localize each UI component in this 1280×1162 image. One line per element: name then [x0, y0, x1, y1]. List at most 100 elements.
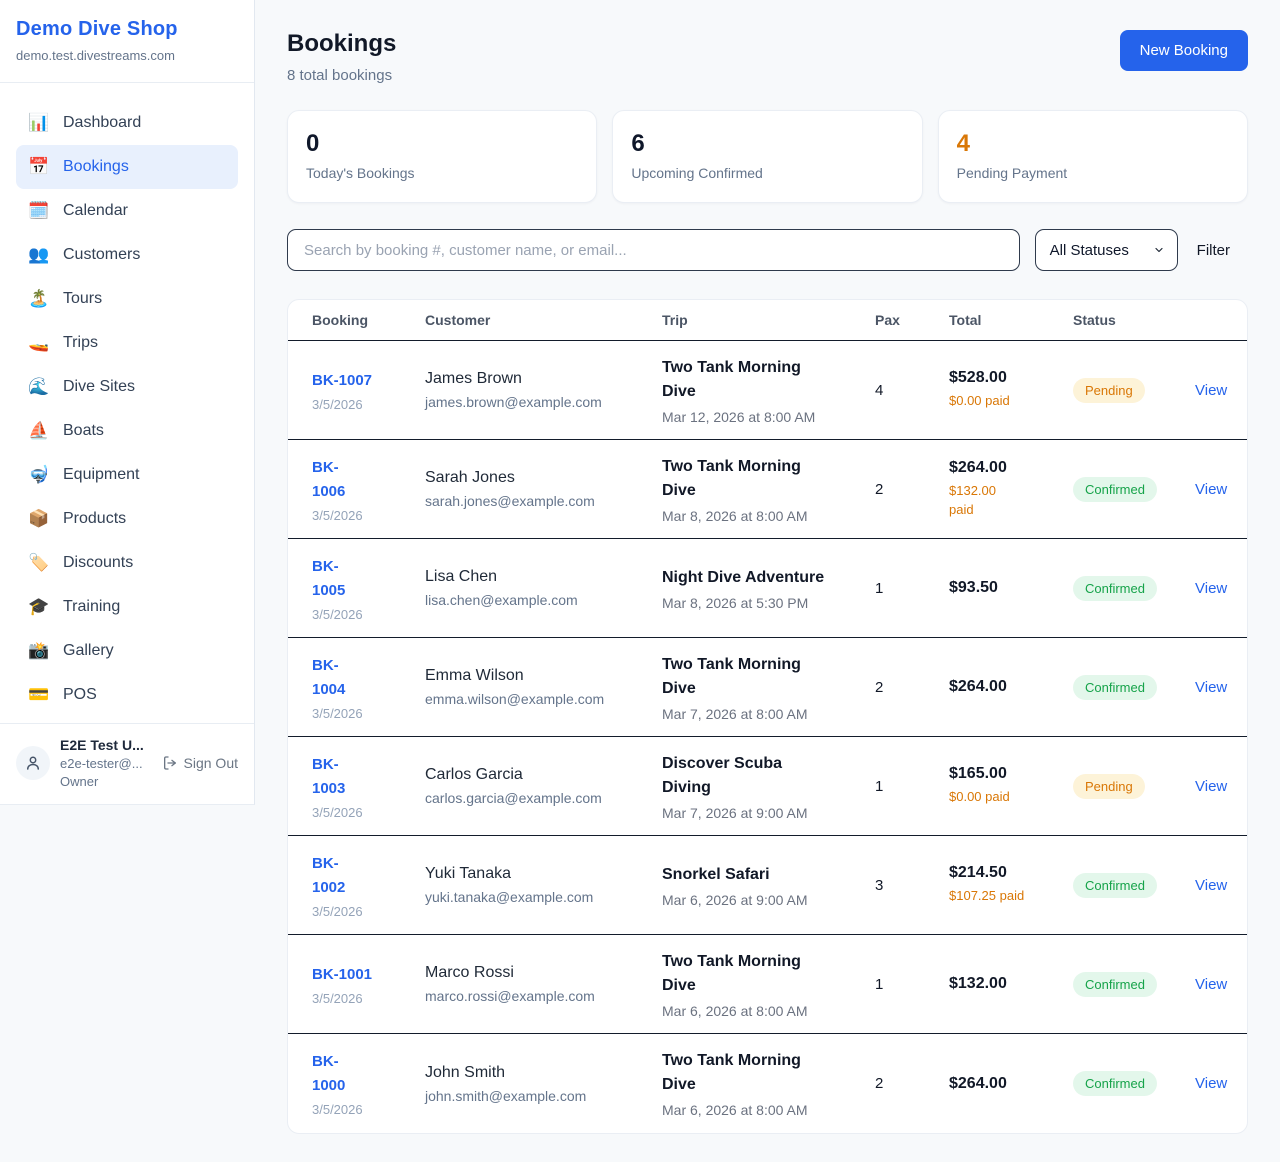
status-cell: Pending	[1073, 378, 1195, 403]
column-header-pax: Pax	[875, 312, 949, 328]
trip-name: Two Tank Morning Dive	[662, 1049, 875, 1097]
booking-id-link[interactable]: BK- 1006	[312, 456, 425, 504]
booking-id-link[interactable]: BK- 1002	[312, 852, 425, 900]
customer-cell: Carlos Garcia carlos.garcia@example.com	[425, 766, 662, 806]
total-amount: $264.00	[949, 459, 1073, 477]
sidebar: Demo Dive Shop demo.test.divestreams.com…	[0, 0, 255, 805]
view-link[interactable]: View	[1195, 580, 1227, 597]
trip-datetime: Mar 12, 2026 at 8:00 AM	[662, 409, 875, 425]
table-row: BK- 1004 3/5/2026 Emma Wilson emma.wilso…	[288, 638, 1247, 737]
trip-name: Two Tank Morning Dive	[662, 356, 875, 404]
table-row: BK- 1002 3/5/2026 Yuki Tanaka yuki.tanak…	[288, 836, 1247, 935]
sidebar-item-customers[interactable]: 👥 Customers	[16, 233, 238, 277]
user-role: Owner	[60, 774, 152, 789]
booking-cell: BK- 1006 3/5/2026	[312, 456, 425, 523]
total-amount: $264.00	[949, 678, 1073, 696]
paid-amount: $0.00 paid	[949, 392, 1073, 411]
booking-cell: BK- 1004 3/5/2026	[312, 654, 425, 721]
sign-out-button[interactable]: Sign Out	[162, 755, 238, 771]
status-filter-select[interactable]: All Statuses	[1035, 229, 1178, 271]
view-link[interactable]: View	[1195, 382, 1227, 399]
credit-card-icon: 💳	[28, 685, 50, 705]
graduation-cap-icon: 🎓	[28, 597, 50, 617]
sidebar-item-products[interactable]: 📦 Products	[16, 497, 238, 541]
trip-cell: Discover Scuba Diving Mar 7, 2026 at 9:0…	[662, 752, 875, 821]
view-link[interactable]: View	[1195, 481, 1227, 498]
sidebar-item-training[interactable]: 🎓 Training	[16, 585, 238, 629]
total-cell: $214.50 $107.25 paid	[949, 864, 1073, 906]
sidebar-item-bookings[interactable]: 📅 Bookings	[16, 145, 238, 189]
view-link[interactable]: View	[1195, 778, 1227, 795]
wave-icon: 🌊	[28, 377, 50, 397]
filter-button[interactable]: Filter	[1193, 242, 1248, 259]
trip-datetime: Mar 6, 2026 at 8:00 AM	[662, 1102, 875, 1118]
sidebar-item-dashboard[interactable]: 📊 Dashboard	[16, 101, 238, 145]
pax-value: 1	[875, 778, 949, 795]
new-booking-button[interactable]: New Booking	[1120, 30, 1248, 71]
total-cell: $264.00	[949, 1075, 1073, 1093]
customer-cell: Marco Rossi marco.rossi@example.com	[425, 964, 662, 1004]
status-cell: Confirmed	[1073, 576, 1195, 601]
sidebar-item-calendar[interactable]: 🗓️ Calendar	[16, 189, 238, 233]
stat-value: 6	[631, 130, 903, 158]
booking-id-link[interactable]: BK- 1000	[312, 1050, 425, 1098]
sidebar-item-tours[interactable]: 🏝️ Tours	[16, 277, 238, 321]
customer-name: Emma Wilson	[425, 667, 662, 685]
total-amount: $214.50	[949, 864, 1073, 882]
stat-label: Pending Payment	[957, 165, 1229, 181]
page-header-text: Bookings 8 total bookings	[287, 30, 396, 84]
sidebar-item-label: Trips	[63, 334, 98, 352]
booking-date: 3/5/2026	[312, 706, 425, 721]
search-input[interactable]	[287, 229, 1020, 271]
trip-name: Discover Scuba Diving	[662, 752, 875, 800]
trip-cell: Two Tank Morning Dive Mar 8, 2026 at 8:0…	[662, 455, 875, 524]
view-link[interactable]: View	[1195, 877, 1227, 894]
sidebar-item-dive-sites[interactable]: 🌊 Dive Sites	[16, 365, 238, 409]
status-badge: Confirmed	[1073, 972, 1157, 997]
sidebar-item-label: Equipment	[63, 466, 140, 484]
booking-date: 3/5/2026	[312, 397, 425, 412]
column-header-status: Status	[1073, 312, 1195, 328]
pax-value: 1	[875, 976, 949, 993]
sidebar-item-label: Tours	[63, 290, 102, 308]
sidebar-item-trips[interactable]: 🚤 Trips	[16, 321, 238, 365]
table-header-row: Booking Customer Trip Pax Total Status	[288, 300, 1247, 341]
booking-id-link[interactable]: BK- 1005	[312, 555, 425, 603]
view-link[interactable]: View	[1195, 679, 1227, 696]
booking-id-link[interactable]: BK- 1004	[312, 654, 425, 702]
trip-name: Two Tank Morning Dive	[662, 950, 875, 998]
sign-out-label: Sign Out	[184, 755, 238, 771]
sidebar-item-pos[interactable]: 💳 POS	[16, 673, 238, 717]
customer-email: marco.rossi@example.com	[425, 988, 662, 1004]
booking-cell: BK- 1003 3/5/2026	[312, 753, 425, 820]
shop-name: Demo Dive Shop	[16, 18, 238, 41]
customer-cell: Sarah Jones sarah.jones@example.com	[425, 469, 662, 509]
island-icon: 🏝️	[28, 289, 50, 309]
booking-id-link[interactable]: BK-1001	[312, 963, 425, 987]
sidebar-item-discounts[interactable]: 🏷️ Discounts	[16, 541, 238, 585]
customer-cell: James Brown james.brown@example.com	[425, 370, 662, 410]
total-cell: $264.00 $132.00 paid	[949, 459, 1073, 520]
sidebar-item-label: Training	[63, 598, 120, 616]
table-row: BK- 1006 3/5/2026 Sarah Jones sarah.jone…	[288, 440, 1247, 539]
booking-id-link[interactable]: BK- 1003	[312, 753, 425, 801]
view-link[interactable]: View	[1195, 1075, 1227, 1092]
table-row: BK-1007 3/5/2026 James Brown james.brown…	[288, 341, 1247, 440]
total-amount: $93.50	[949, 579, 1073, 597]
page-title: Bookings	[287, 30, 396, 58]
booking-date: 3/5/2026	[312, 904, 425, 919]
sidebar-item-boats[interactable]: ⛵ Boats	[16, 409, 238, 453]
booking-id-link[interactable]: BK-1007	[312, 369, 425, 393]
sidebar-user-section: E2E Test U... e2e-tester@... Owner Sign …	[0, 723, 254, 804]
package-icon: 📦	[28, 509, 50, 529]
tag-icon: 🏷️	[28, 553, 50, 573]
sidebar-item-gallery[interactable]: 📸 Gallery	[16, 629, 238, 673]
view-link[interactable]: View	[1195, 976, 1227, 993]
customer-email: james.brown@example.com	[425, 394, 662, 410]
sidebar-item-label: Customers	[63, 246, 140, 264]
total-cell: $93.50	[949, 579, 1073, 597]
sidebar-item-equipment[interactable]: 🤿 Equipment	[16, 453, 238, 497]
calendar-icon: 📅	[28, 157, 50, 177]
customer-name: Sarah Jones	[425, 469, 662, 487]
customer-name: James Brown	[425, 370, 662, 388]
